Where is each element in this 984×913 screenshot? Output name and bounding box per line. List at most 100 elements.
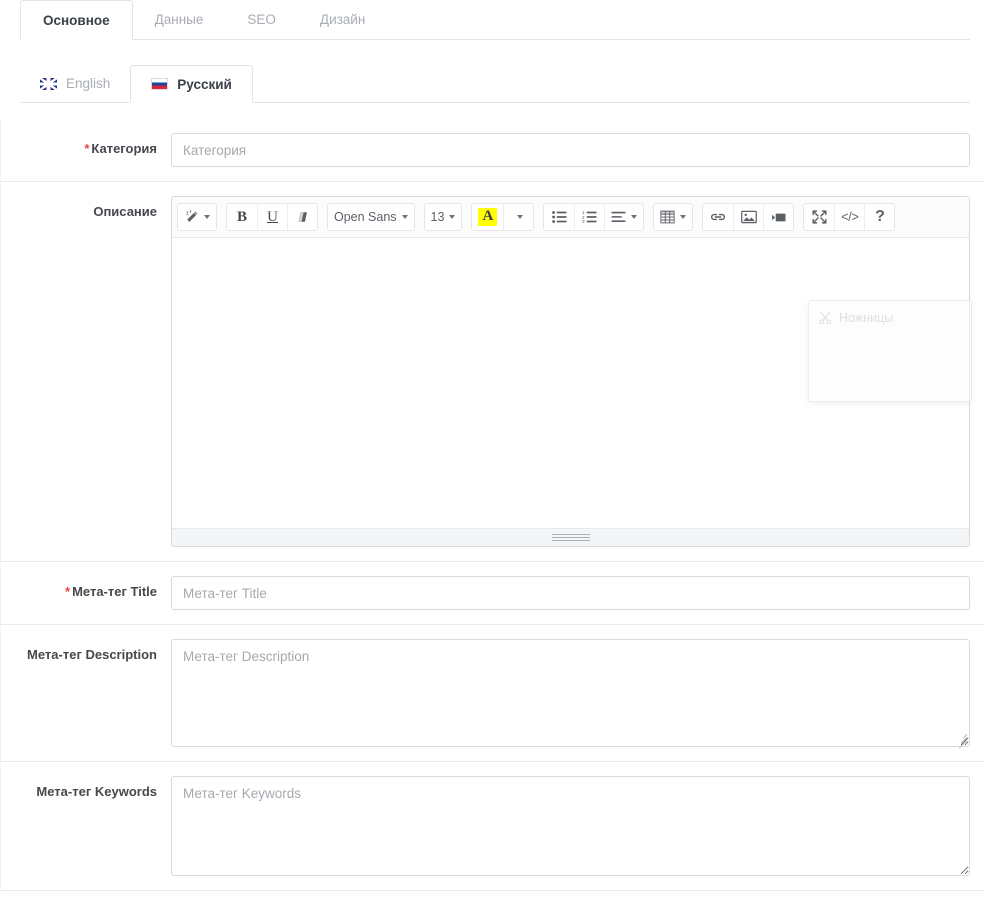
fullscreen-button[interactable] <box>804 204 835 230</box>
label-category: * Категория <box>1 133 171 159</box>
toolbar-group-table <box>653 203 694 231</box>
label-description: Описание <box>1 196 171 222</box>
field-wrap-category <box>171 133 970 167</box>
font-size-dropdown[interactable]: 13 <box>424 204 462 230</box>
editor-content-area[interactable] <box>172 238 969 528</box>
editor-resize-bar[interactable] <box>172 528 969 546</box>
editor-toolbar: B U Open Sans 13 A 1 2 3 </> ? <box>172 197 969 238</box>
numbered-list-icon: 1 2 3 <box>582 210 597 224</box>
underline-button[interactable]: U <box>257 204 287 230</box>
tab-label: SEO <box>247 12 276 27</box>
ordered-list-button[interactable]: 1 2 3 <box>574 204 605 230</box>
table-button[interactable] <box>654 204 693 230</box>
code-view-button[interactable]: </> <box>834 204 865 230</box>
category-input[interactable] <box>171 133 970 167</box>
tab-dannye[interactable]: Данные <box>133 0 226 39</box>
meta-description-textarea[interactable] <box>171 639 970 747</box>
chevron-down-icon <box>204 215 210 219</box>
main-tabs: Основное Данные SEO Дизайн <box>20 0 970 40</box>
bold-label: B <box>236 208 247 225</box>
language-tab-label: Русский <box>177 76 232 92</box>
toolbar-group-highlight: A <box>471 203 535 231</box>
font-name-dropdown[interactable]: Open Sans <box>328 204 414 230</box>
svg-text:3: 3 <box>582 219 585 224</box>
font-size-label: 13 <box>430 210 445 224</box>
magic-wand-button[interactable] <box>178 204 216 230</box>
font-name-label: Open Sans <box>334 210 397 224</box>
language-tabs: English Русский <box>20 65 970 103</box>
label-text: Мета-тег Description <box>27 647 157 662</box>
tab-seo[interactable]: SEO <box>225 0 298 39</box>
form-row-meta-description: Мета-тег Description <box>0 625 984 762</box>
toolbar-group-styles <box>177 203 217 231</box>
field-wrap-meta-keywords <box>171 776 970 876</box>
table-icon <box>660 210 675 224</box>
toolbar-group-tools: </> ? <box>803 203 896 231</box>
chevron-down-icon <box>449 215 456 219</box>
meta-title-input[interactable] <box>171 576 970 610</box>
toolbar-group-fontname: Open Sans <box>327 203 415 231</box>
magic-wand-icon <box>186 209 198 222</box>
chevron-down-icon <box>516 215 523 219</box>
clear-format-button[interactable] <box>287 204 317 230</box>
fullscreen-icon <box>812 210 827 224</box>
link-icon <box>711 213 726 221</box>
field-wrap-meta-description <box>171 639 970 749</box>
language-tab-russian[interactable]: Русский <box>130 65 253 103</box>
flag-ru-icon <box>151 78 169 90</box>
field-wrap-description: B U Open Sans 13 A 1 2 3 </> ? <box>171 196 970 547</box>
chevron-down-icon <box>680 215 687 219</box>
label-text: Категория <box>91 141 157 156</box>
align-dropdown[interactable] <box>604 204 644 230</box>
highlight-color-button[interactable]: A <box>472 204 504 230</box>
rich-text-editor: B U Open Sans 13 A 1 2 3 </> ? <box>171 196 970 547</box>
page-root: Основное Данные SEO Дизайн English Русск… <box>0 0 984 913</box>
image-icon <box>740 210 757 224</box>
bold-button[interactable]: B <box>227 204 257 230</box>
highlight-letter: A <box>478 208 498 226</box>
tab-dizayn[interactable]: Дизайн <box>298 0 387 39</box>
label-meta-title: * Мета-тег Title <box>1 576 171 602</box>
flag-uk-icon <box>40 77 57 90</box>
image-button[interactable] <box>733 204 764 230</box>
label-text: Описание <box>93 204 157 219</box>
toolbar-group-insert <box>702 203 795 231</box>
chevron-down-icon <box>401 215 408 219</box>
label-text: Мета-тег Keywords <box>36 784 157 799</box>
form-row-meta-title: * Мета-тег Title <box>0 562 984 625</box>
toolbar-group-lists: 1 2 3 <box>543 203 645 231</box>
meta-keywords-textarea[interactable] <box>171 776 970 876</box>
align-icon <box>611 211 626 222</box>
tab-label: Данные <box>154 12 204 27</box>
toolbar-group-fontsize: 13 <box>423 203 463 231</box>
label-meta-description: Мета-тег Description <box>1 639 171 665</box>
video-icon <box>771 213 786 221</box>
eraser-icon <box>298 212 307 222</box>
unordered-list-button[interactable] <box>544 204 575 230</box>
toolbar-group-format: B U <box>226 203 318 231</box>
highlight-color-dropdown[interactable] <box>503 204 534 230</box>
code-view-label: </> <box>841 210 859 224</box>
help-button[interactable]: ? <box>864 204 895 230</box>
field-wrap-meta-title <box>171 576 970 610</box>
label-meta-keywords: Мета-тег Keywords <box>1 776 171 802</box>
bullet-list-icon <box>551 211 567 223</box>
required-marker: * <box>65 584 71 599</box>
form-row-meta-keywords: Мета-тег Keywords <box>0 762 984 891</box>
form: *Категория Описание <box>0 119 984 891</box>
help-label: ? <box>875 208 885 225</box>
link-button[interactable] <box>703 204 734 230</box>
form-row-category: * Категория <box>0 119 984 182</box>
underline-label: U <box>267 208 278 225</box>
tab-label: Основное <box>43 13 110 28</box>
tab-osnovnoe[interactable]: Основное <box>20 0 133 40</box>
language-tab-english[interactable]: English <box>20 65 130 102</box>
resize-grip-icon <box>551 533 590 542</box>
video-button[interactable] <box>763 204 794 230</box>
form-row-description: Описание B U Open Sans 13 A 1 2 3 </> ? <box>0 182 984 562</box>
language-tab-label: English <box>66 76 111 91</box>
required-marker: * <box>84 141 90 156</box>
label-text: Мета-тег Title <box>72 584 157 599</box>
tab-label: Дизайн <box>319 12 366 27</box>
chevron-down-icon <box>631 215 638 219</box>
